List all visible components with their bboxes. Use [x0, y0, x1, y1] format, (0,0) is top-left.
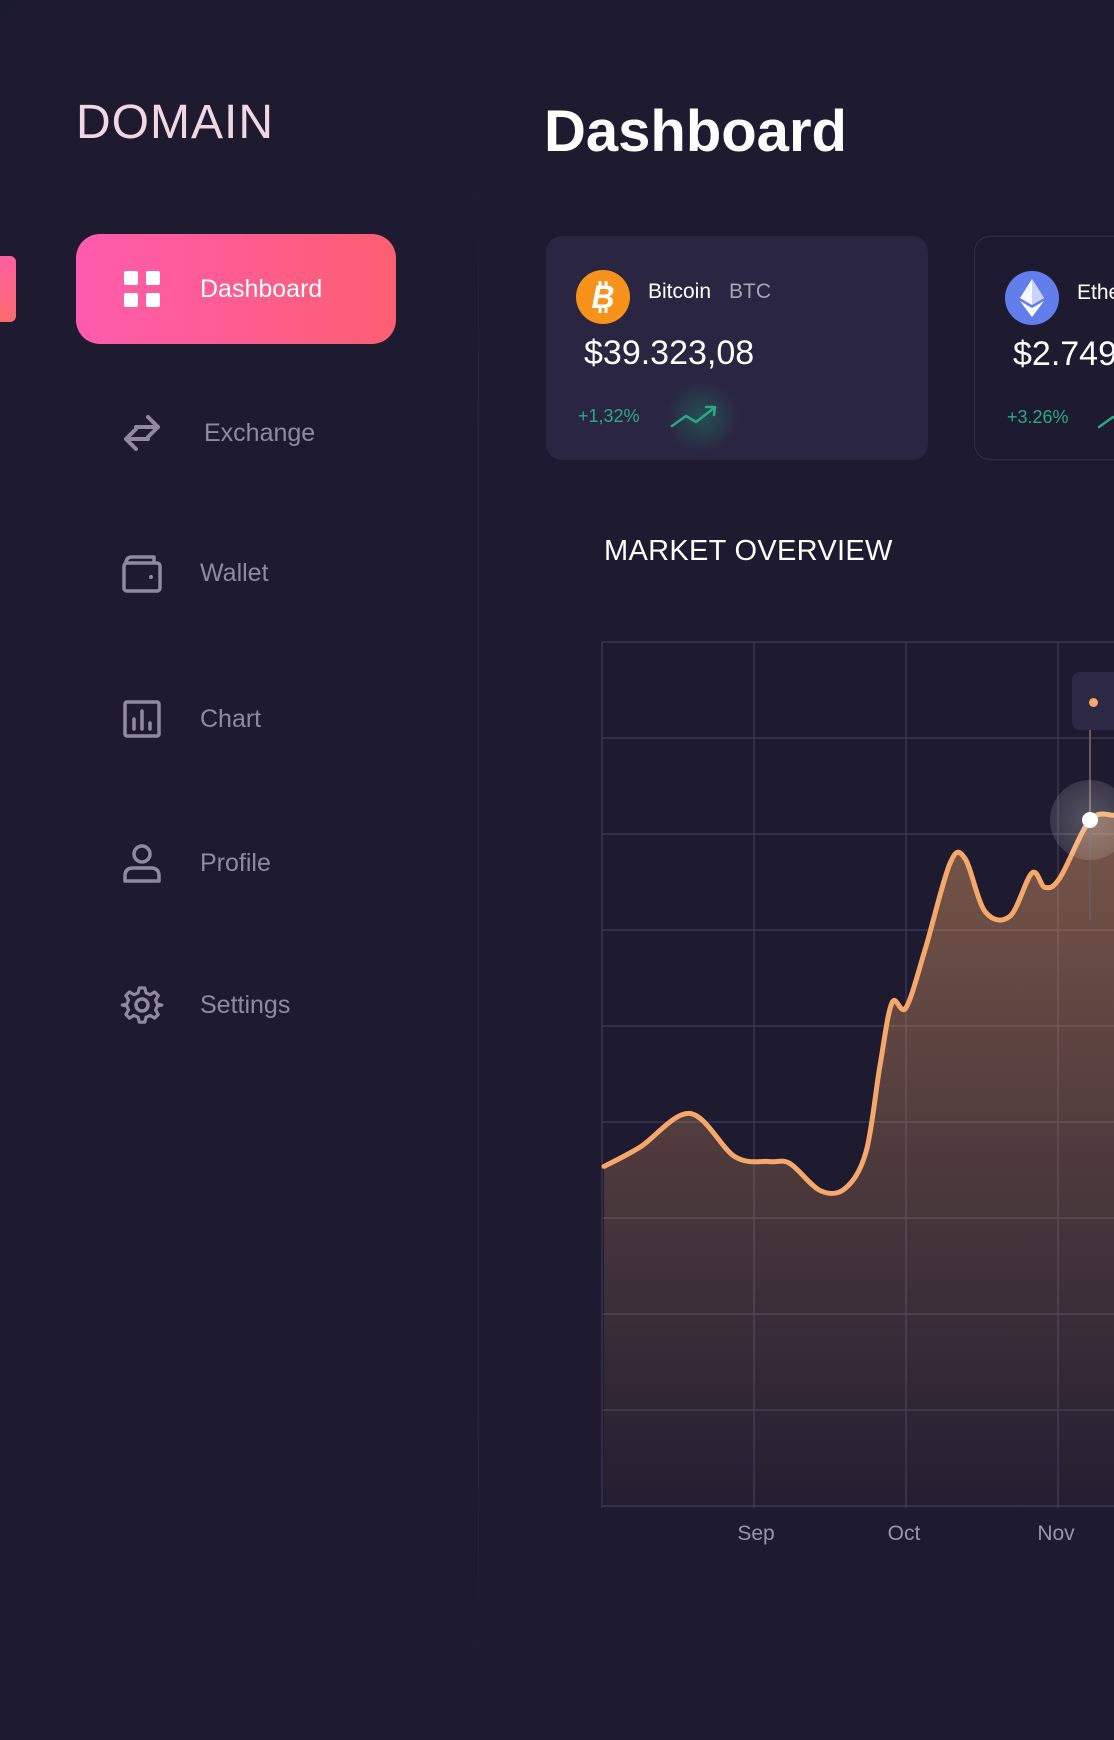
data-point: [1088, 818, 1092, 822]
data-point: [963, 857, 967, 861]
page-title: Dashboard: [544, 99, 847, 164]
chart-area: [604, 813, 1114, 1508]
data-point: [923, 948, 927, 952]
gear-icon: [120, 983, 164, 1027]
sidebar-item-label: Chart: [200, 704, 262, 733]
data-point: [768, 1160, 772, 1164]
sidebar-item-dashboard[interactable]: Dashboard: [76, 234, 396, 344]
series-line: [601, 811, 1114, 1196]
active-nav-marker: [0, 256, 16, 322]
coin-change: +3.26%: [1007, 407, 1069, 427]
highlight-halo: [1050, 780, 1114, 860]
data-point: [1043, 885, 1047, 889]
sidebar-item-wallet[interactable]: Wallet: [76, 518, 396, 628]
coin-card-bitcoin[interactable]: B Bitcoin BTC $39.323,08 +1,32%: [546, 236, 928, 460]
market-overview-title: MARKET OVERVIEW: [604, 535, 893, 567]
trend-up-icon: [670, 405, 717, 428]
data-point: [1008, 914, 1012, 918]
data-point: [983, 909, 987, 913]
wallet-icon: [120, 551, 164, 595]
grid-icon: [120, 267, 164, 311]
data-point: [788, 1162, 792, 1166]
data-point: [818, 1188, 822, 1192]
data-point: [904, 1006, 908, 1010]
data-point: [1058, 876, 1062, 880]
data-point: [890, 1001, 894, 1005]
sidebar-item-exchange[interactable]: Exchange: [76, 378, 396, 488]
sidebar-item-label: Profile: [200, 848, 271, 877]
svg-text:B: B: [591, 280, 614, 314]
data-point: [733, 1155, 737, 1159]
sidebar-item-profile[interactable]: Profile: [76, 808, 396, 918]
chart-grid: [601, 641, 1114, 1508]
sidebar-item-chart[interactable]: Chart: [76, 664, 396, 774]
brand-logo: DOMAIN: [76, 96, 274, 149]
coin-price: $39.323,08: [584, 334, 755, 372]
data-point: [688, 1111, 692, 1115]
data-point: [602, 1164, 606, 1168]
data-point: [843, 1187, 847, 1191]
coin-symbol: BTC: [729, 280, 771, 303]
coin-name: Ethereum: [1077, 281, 1114, 304]
coin-card-ethereum[interactable]: Ethereum $2.749 +3.26%: [974, 236, 1114, 460]
coin-name: Bitcoin: [648, 280, 712, 303]
sidebar-item-label: Wallet: [200, 558, 269, 587]
exchange-icon: [120, 411, 164, 455]
sidebar-item-settings[interactable]: Settings: [76, 950, 396, 1060]
tooltip-series-dot: [1089, 698, 1098, 707]
data-point: [638, 1145, 642, 1149]
sidebar-item-label: Dashboard: [200, 274, 323, 303]
coin-change: +1,32%: [578, 406, 640, 426]
x-tick-label: Nov: [1037, 1522, 1075, 1545]
coin-price: $2.749: [1013, 335, 1114, 373]
user-icon: [120, 841, 164, 885]
x-tick-label: Sep: [737, 1522, 774, 1545]
sidebar-item-label: Settings: [200, 990, 291, 1019]
ethereum-icon: [1005, 271, 1059, 325]
data-point: [878, 1063, 882, 1067]
highlight-point: [1082, 812, 1098, 829]
sidebar: DOMAIN Dashboard Exchange Wallet Chart P…: [0, 0, 478, 1740]
x-tick-label: Oct: [888, 1522, 921, 1545]
data-point: [864, 1150, 868, 1154]
data-point: [948, 861, 952, 865]
bar-chart-icon: [120, 697, 164, 741]
trend-up-icon: [1097, 415, 1114, 429]
app-window: DOMAIN Dashboard Exchange Wallet Chart P…: [0, 0, 1114, 1740]
data-point: [1030, 871, 1034, 875]
sidebar-divider: [478, 160, 479, 1680]
bitcoin-icon: B: [576, 270, 630, 324]
sidebar-item-label: Exchange: [204, 418, 316, 447]
